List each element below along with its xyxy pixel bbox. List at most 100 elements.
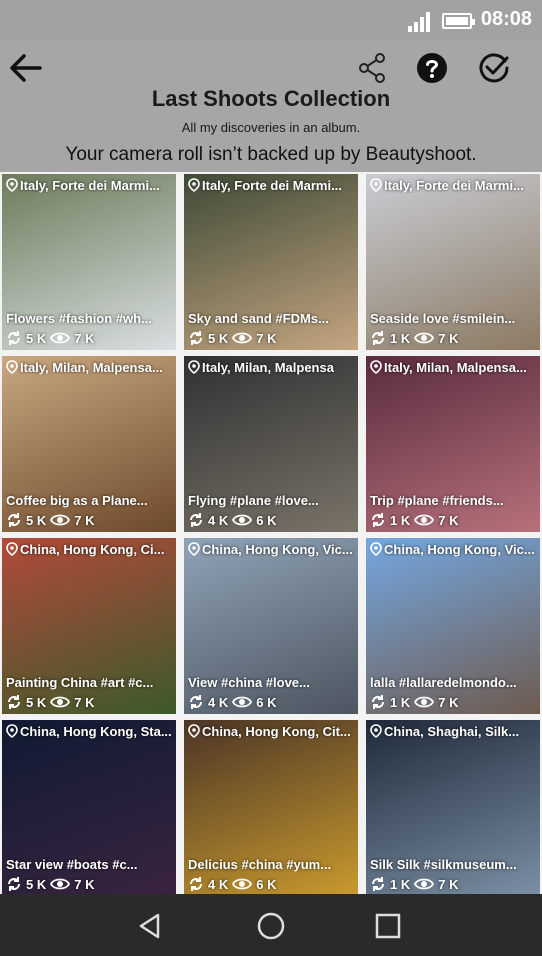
eye-icon xyxy=(414,332,435,344)
eye-icon xyxy=(50,332,71,344)
photo-caption: Flowers #fashion #wh... xyxy=(6,311,152,326)
help-button[interactable] xyxy=(412,48,452,88)
photo-tile[interactable]: Italy, Forte dei Marmi... Sky and sand #… xyxy=(184,174,358,350)
battery-icon xyxy=(442,13,475,29)
view-count: 7 K xyxy=(438,330,459,346)
view-count: 6 K xyxy=(256,512,277,528)
photo-location: Italy, Milan, Malpensa... xyxy=(20,360,163,375)
photo-tile[interactable]: China, Shaghai, Silk... Silk Silk #silkm… xyxy=(366,720,540,896)
check-circle-icon xyxy=(479,53,509,83)
photo-tile[interactable]: Italy, Forte dei Marmi... Flowers #fashi… xyxy=(2,174,176,350)
photo-caption: Painting China #art #c... xyxy=(6,675,154,690)
page-title: Last Shoots Collection xyxy=(151,86,391,111)
share-count: 1 K xyxy=(390,512,411,528)
repost-icon xyxy=(372,695,384,709)
confirm-button[interactable] xyxy=(474,48,514,88)
share-count: 5 K xyxy=(26,876,47,892)
location-pin-icon xyxy=(370,724,382,738)
repost-icon xyxy=(190,513,202,527)
view-count: 6 K xyxy=(256,876,277,892)
location-pin-icon xyxy=(6,178,18,192)
repost-icon xyxy=(8,695,20,709)
eye-icon xyxy=(50,878,71,890)
photo-location: China, Hong Kong, Ci... xyxy=(20,542,165,557)
share-icon xyxy=(359,53,385,83)
location-pin-icon xyxy=(188,178,200,192)
header: Last Shoots Collection All my discoverie… xyxy=(0,40,542,172)
view-count: 7 K xyxy=(74,876,95,892)
view-count: 7 K xyxy=(74,330,95,346)
status-time: 08:08 xyxy=(480,8,532,30)
nav-back-button[interactable] xyxy=(128,904,172,948)
photo-tile[interactable]: Italy, Forte dei Marmi... Seaside love #… xyxy=(366,174,540,350)
signal-icon xyxy=(408,12,430,32)
location-pin-icon xyxy=(370,360,382,374)
navigation-bar xyxy=(0,894,542,956)
location-pin-icon xyxy=(188,542,200,556)
photo-tile[interactable]: China, Hong Kong, Vic... View #china #lo… xyxy=(184,538,358,714)
eye-icon xyxy=(50,696,71,708)
photo-location: Italy, Forte dei Marmi... xyxy=(202,178,342,193)
share-count: 1 K xyxy=(390,876,411,892)
photo-caption: Flying #plane #love... xyxy=(188,493,319,508)
photo-caption: lalla #lallaredelmondo... xyxy=(370,675,517,690)
view-count: 7 K xyxy=(438,512,459,528)
eye-icon xyxy=(414,878,435,890)
view-count: 7 K xyxy=(74,694,95,710)
eye-icon xyxy=(414,514,435,526)
location-pin-icon xyxy=(370,542,382,556)
photo-location: Italy, Milan, Malpensa... xyxy=(384,360,527,375)
photo-tile[interactable]: China, Hong Kong, Ci... Painting China #… xyxy=(2,538,176,714)
photo-caption: Trip #plane #friends... xyxy=(370,493,504,508)
photo-caption: Silk Silk #silkmuseum... xyxy=(370,857,517,872)
share-count: 1 K xyxy=(390,330,411,346)
repost-icon xyxy=(372,513,384,527)
repost-icon xyxy=(372,331,384,345)
photo-tile[interactable]: China, Hong Kong, Sta... Star view #boat… xyxy=(2,720,176,896)
back-button[interactable] xyxy=(6,48,46,88)
recents-square-icon xyxy=(375,913,401,939)
photo-caption: Sky and sand #FDMs... xyxy=(188,311,329,326)
repost-icon xyxy=(8,877,20,891)
eye-icon xyxy=(50,514,71,526)
photo-location: Italy, Forte dei Marmi... xyxy=(20,178,160,193)
photo-location: China, Hong Kong, Cit... xyxy=(202,724,351,739)
backup-notice: Your camera roll isn’t backed up by Beau… xyxy=(65,144,477,165)
location-pin-icon xyxy=(6,724,18,738)
nav-recents-button[interactable] xyxy=(366,904,410,948)
share-count: 5 K xyxy=(208,330,229,346)
location-pin-icon xyxy=(188,724,200,738)
share-count: 5 K xyxy=(26,512,47,528)
eye-icon xyxy=(232,878,253,890)
repost-icon xyxy=(8,331,20,345)
eye-icon xyxy=(232,696,253,708)
back-triangle-icon xyxy=(139,913,160,939)
photo-tile[interactable]: China, Hong Kong, Cit... Delicius #china… xyxy=(184,720,358,896)
photo-tile[interactable]: Italy, Milan, Malpensa... Coffee big as … xyxy=(2,356,176,532)
share-count: 1 K xyxy=(390,694,411,710)
photo-location: Italy, Milan, Malpensa xyxy=(202,360,334,375)
photo-caption: View #china #love... xyxy=(188,675,310,690)
repost-icon xyxy=(190,331,202,345)
nav-home-button[interactable] xyxy=(249,904,293,948)
location-pin-icon xyxy=(6,542,18,556)
location-pin-icon xyxy=(370,178,382,192)
share-button[interactable] xyxy=(352,48,392,88)
photo-grid: Italy, Forte dei Marmi... Flowers #fashi… xyxy=(0,172,542,896)
location-pin-icon xyxy=(6,360,18,374)
page-subtitle: All my discoveries in an album. xyxy=(181,120,361,135)
photo-caption: Delicius #china #yum... xyxy=(188,857,332,872)
repost-icon xyxy=(372,877,384,891)
help-icon xyxy=(417,53,447,83)
photo-tile[interactable]: Italy, Milan, Malpensa Flying #plane #lo… xyxy=(184,356,358,532)
eye-icon xyxy=(232,332,253,344)
photo-tile[interactable]: Italy, Milan, Malpensa... Trip #plane #f… xyxy=(366,356,540,532)
photo-location: China, Hong Kong, Vic... xyxy=(384,542,535,557)
view-count: 6 K xyxy=(256,694,277,710)
photo-location: China, Hong Kong, Vic... xyxy=(202,542,353,557)
repost-icon xyxy=(8,513,20,527)
photo-location: China, Shaghai, Silk... xyxy=(384,724,520,739)
eye-icon xyxy=(414,696,435,708)
eye-icon xyxy=(232,514,253,526)
photo-tile[interactable]: China, Hong Kong, Vic... lalla #lallared… xyxy=(366,538,540,714)
